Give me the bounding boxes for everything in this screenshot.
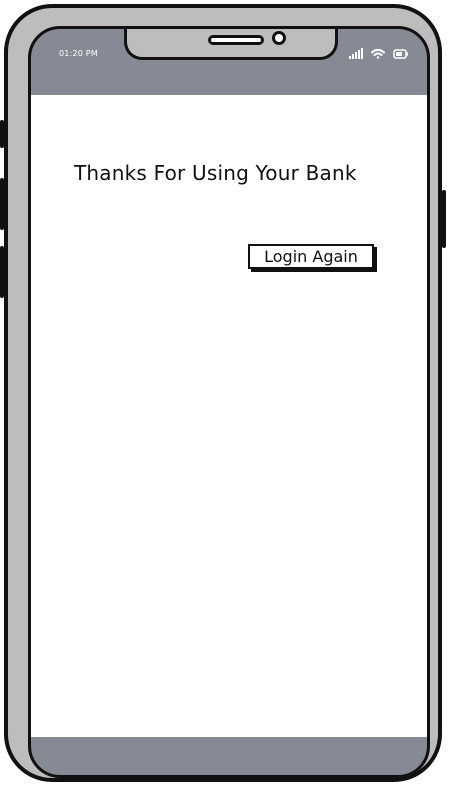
wifi-icon bbox=[371, 48, 385, 59]
volume-down-button bbox=[0, 246, 4, 298]
power-button bbox=[442, 190, 446, 248]
status-time: 01:20 PM bbox=[59, 49, 98, 58]
signal-icon bbox=[349, 47, 363, 59]
front-camera bbox=[272, 31, 286, 45]
thanks-message: Thanks For Using Your Bank bbox=[74, 161, 357, 185]
phone-frame: 01:20 PM bbox=[0, 4, 446, 782]
status-icons bbox=[349, 47, 409, 59]
app-screen bbox=[31, 95, 427, 737]
login-again-button[interactable]: Login Again bbox=[248, 244, 374, 269]
inner-bezel: 01:20 PM bbox=[28, 26, 430, 778]
top-notch bbox=[124, 29, 338, 60]
battery-icon bbox=[393, 49, 409, 59]
speaker-grill bbox=[208, 35, 264, 45]
silent-switch bbox=[0, 120, 4, 148]
volume-up-button bbox=[0, 178, 4, 230]
